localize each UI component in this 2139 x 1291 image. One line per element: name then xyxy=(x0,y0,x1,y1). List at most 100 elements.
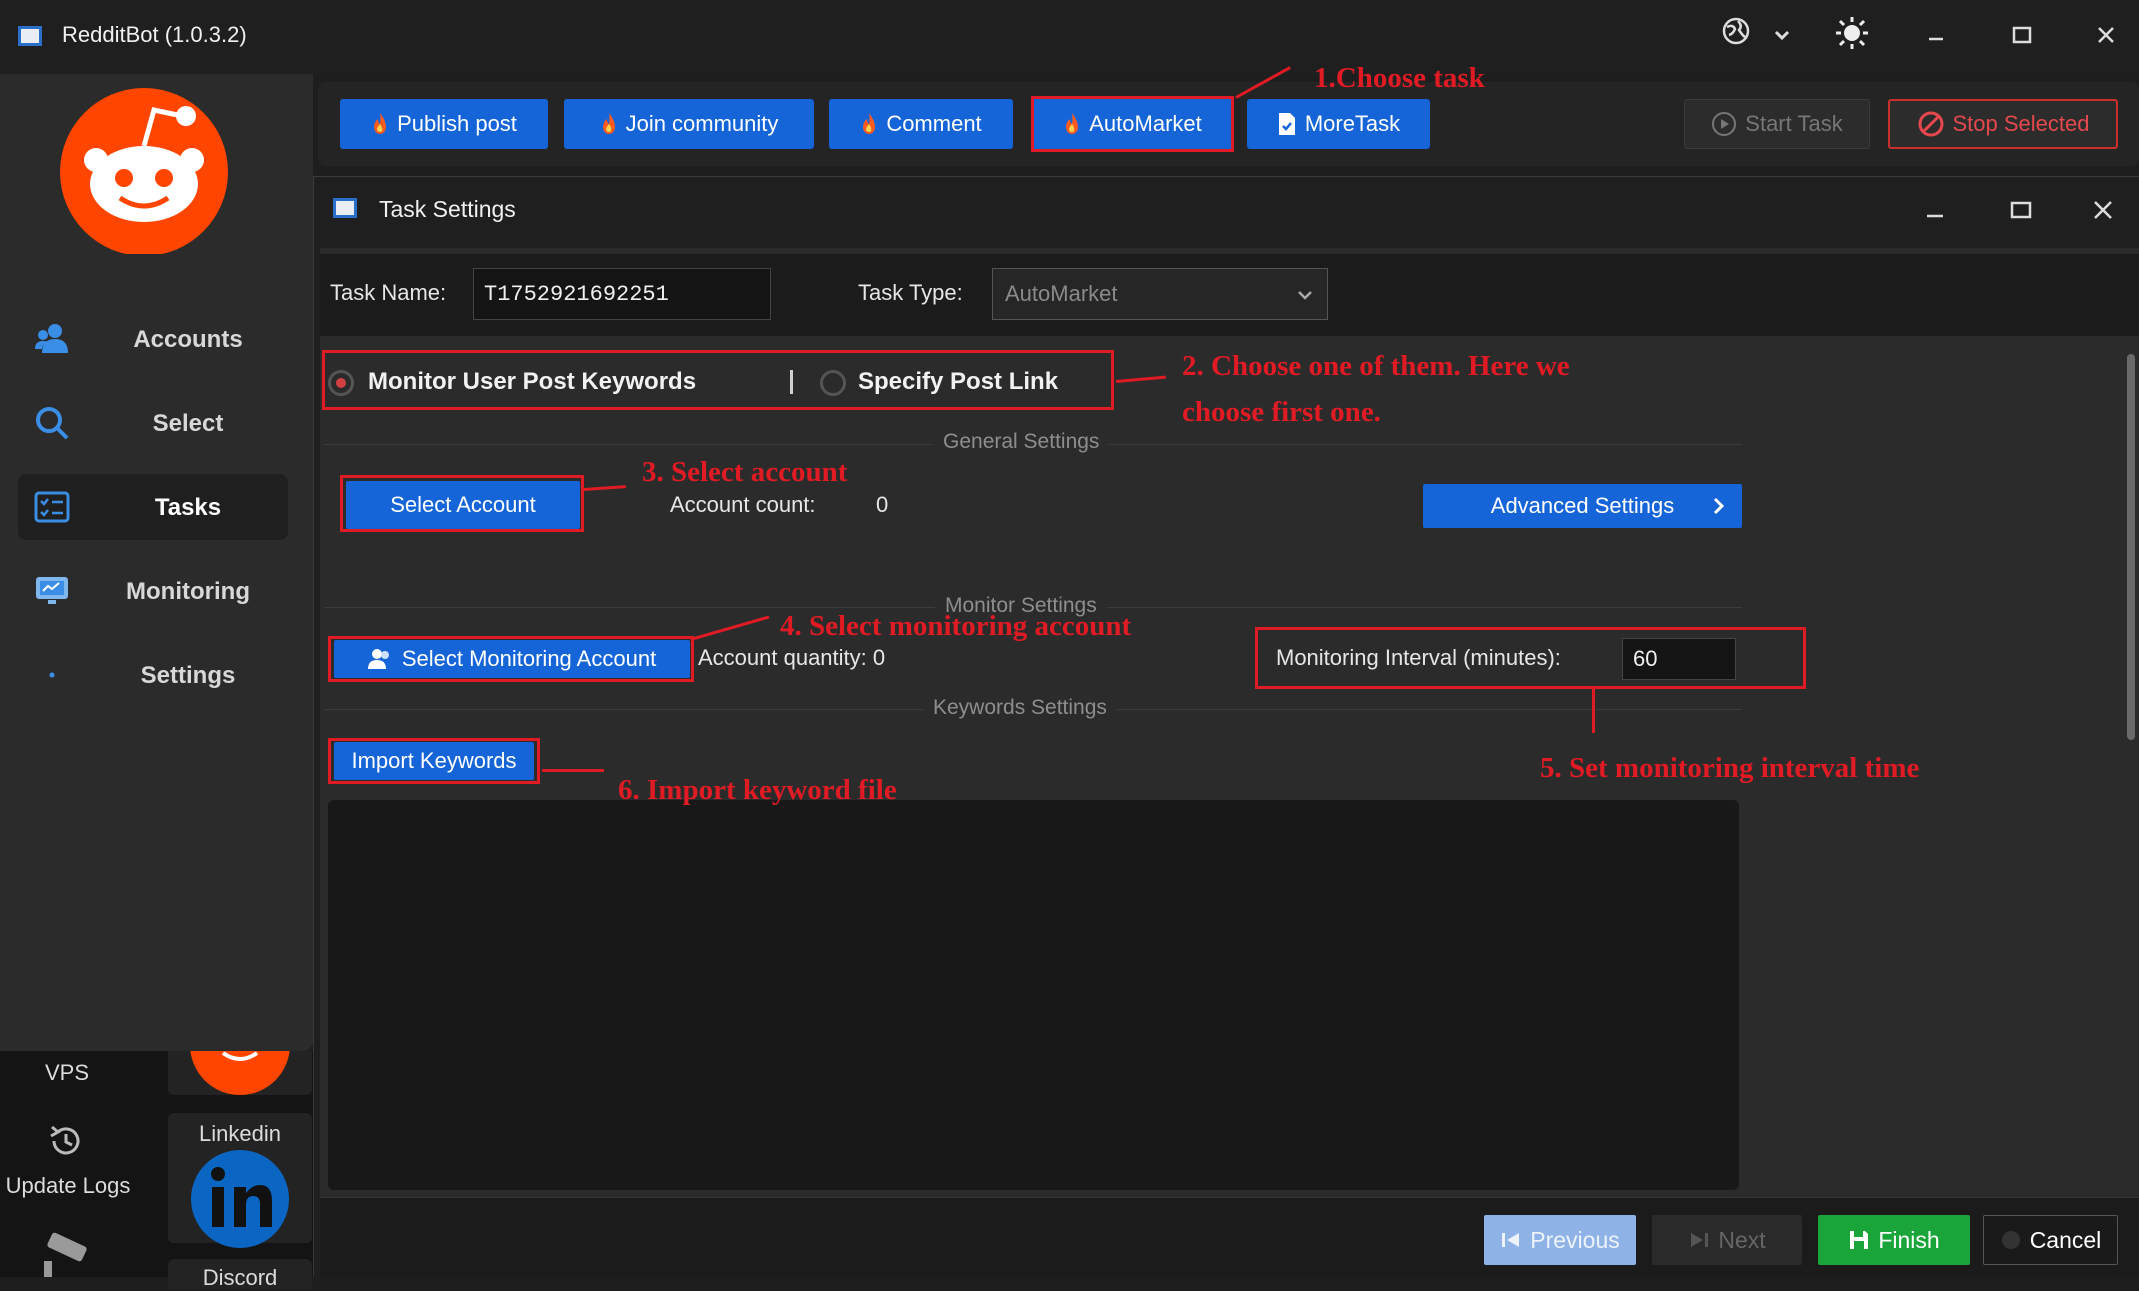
app-icon xyxy=(18,26,42,46)
button-label: Previous xyxy=(1530,1226,1620,1253)
account-count-value: 0 xyxy=(876,492,889,517)
dialog-title: Task Settings xyxy=(379,196,516,222)
reddit-tile[interactable] xyxy=(168,1051,312,1095)
sidebar-item-tasks[interactable]: Tasks xyxy=(18,474,288,540)
task-type-value: AutoMarket xyxy=(1005,281,1118,306)
linkedin-label: Linkedin xyxy=(199,1121,281,1146)
dialog-close-icon[interactable] xyxy=(2083,190,2123,230)
task-name-label: Task Name: xyxy=(330,280,447,305)
chevron-right-icon xyxy=(1713,497,1725,515)
window-title: RedditBot (1.0.3.2) xyxy=(62,22,247,47)
keywords-settings-title: Keywords Settings xyxy=(923,696,1117,720)
button-label: Start Task xyxy=(1745,111,1843,136)
window-titlebar: RedditBot (1.0.3.2) xyxy=(0,0,2139,74)
annotation-line-6 xyxy=(542,769,604,772)
keywords-textarea[interactable] xyxy=(328,800,1739,1190)
maximize-icon[interactable] xyxy=(2002,16,2042,56)
vps-label[interactable]: VPS xyxy=(20,1060,114,1086)
account-count-label: Account count: xyxy=(670,492,816,517)
annotation-box-interval xyxy=(1255,627,1806,689)
accounts-icon xyxy=(35,324,68,353)
linkedin-tile[interactable]: Linkedin xyxy=(168,1113,312,1248)
button-label: Stop Selected xyxy=(1952,111,2090,136)
button-label: MoreTask xyxy=(1304,111,1401,136)
button-label: Join community xyxy=(625,111,779,136)
sidebar-item-label: Monitoring xyxy=(126,578,250,605)
finish-button[interactable]: Finish xyxy=(1818,1215,1970,1265)
previous-button[interactable]: Previous xyxy=(1484,1215,1636,1265)
discord-label: Discord xyxy=(202,1265,278,1290)
sidebar-item-monitoring[interactable]: Monitoring xyxy=(18,558,288,624)
sidebar-item-label: Select xyxy=(152,410,224,437)
update-logs-label[interactable]: Update Logs xyxy=(0,1173,136,1199)
annotation-box-automarket xyxy=(1031,96,1234,152)
dialog-maximize-icon[interactable] xyxy=(2001,190,2041,230)
button-label: Cancel xyxy=(2029,1226,2102,1253)
sidebar-item-settings[interactable]: Settings xyxy=(18,642,288,708)
button-label: Next xyxy=(1718,1226,1766,1253)
sun-icon[interactable] xyxy=(1832,16,1872,56)
annotation-1: 1.Choose task xyxy=(1314,62,1485,94)
flame-icon xyxy=(602,113,615,134)
task-type-select[interactable]: AutoMarket xyxy=(992,268,1328,320)
skip-forward-icon xyxy=(1691,1233,1709,1247)
annotation-6: 6. Import keyword file xyxy=(618,774,897,806)
chevron-down-icon[interactable] xyxy=(1762,16,1802,56)
general-settings-title: General Settings xyxy=(933,430,1110,454)
moretask-button[interactable]: MoreTask xyxy=(1247,99,1430,149)
task-name-row: Task Name: T1752921692251 Task Type: Aut… xyxy=(320,254,2139,336)
discord-tile[interactable]: Discord xyxy=(168,1259,312,1290)
stop-selected-button[interactable]: Stop Selected xyxy=(1888,99,2118,149)
sidebar-item-label: Accounts xyxy=(133,326,243,353)
annotation-2-line1: 2. Choose one of them. Here we xyxy=(1182,350,1570,382)
linkedin-icon xyxy=(191,1150,289,1248)
close-icon[interactable] xyxy=(2086,16,2126,56)
reddit-logo xyxy=(58,82,230,256)
stop-icon xyxy=(1918,111,1943,137)
search-icon xyxy=(36,407,69,440)
flame-icon xyxy=(863,113,876,134)
dot-icon xyxy=(49,672,55,678)
document-icon xyxy=(1278,113,1295,135)
flame-icon xyxy=(374,113,387,134)
skip-back-icon xyxy=(1502,1233,1520,1247)
dialog-icon xyxy=(333,198,357,218)
account-quantity-label: Account quantity: 0 xyxy=(698,645,886,670)
button-label: Publish post xyxy=(397,111,517,136)
task-name-input[interactable]: T1752921692251 xyxy=(473,268,771,320)
button-label: Finish xyxy=(1878,1226,1940,1253)
cancel-button[interactable]: Cancel xyxy=(1983,1215,2118,1265)
sidebar-item-label: Tasks xyxy=(154,494,222,521)
publish-post-button[interactable]: Publish post xyxy=(340,99,548,149)
play-icon xyxy=(1712,112,1737,136)
sidebar-item-label: Settings xyxy=(140,662,236,689)
start-task-button[interactable]: Start Task xyxy=(1684,99,1870,149)
sidebar-item-select[interactable]: Select xyxy=(18,390,288,456)
comment-button[interactable]: Comment xyxy=(829,99,1013,149)
button-label: Comment xyxy=(886,111,982,136)
save-icon xyxy=(1850,1231,1869,1249)
annotation-3: 3. Select account xyxy=(642,456,848,488)
lower-dock: VPS Update Logs Linkedin Discord xyxy=(0,1051,313,1290)
annotation-line-5 xyxy=(1592,689,1595,733)
annotation-box-radios xyxy=(322,350,1114,410)
minimize-icon[interactable] xyxy=(1916,16,1956,56)
cancel-icon xyxy=(2001,1231,2020,1249)
dialog-titlebar: Task Settings xyxy=(313,176,2139,246)
sidebar-item-accounts[interactable]: Accounts xyxy=(18,306,288,372)
join-community-button[interactable]: Join community xyxy=(564,99,814,149)
dialog-scrollbar[interactable] xyxy=(2127,354,2135,740)
task-type-label: Task Type: xyxy=(858,280,963,305)
advanced-settings-button[interactable]: Advanced Settings xyxy=(1423,484,1742,528)
annotation-2-line2: choose first one. xyxy=(1182,396,1381,428)
annotation-box-monitoring-account xyxy=(328,636,694,682)
globe-icon[interactable] xyxy=(1716,16,1756,56)
chevron-down-icon xyxy=(1298,291,1312,300)
dialog-minimize-icon[interactable] xyxy=(1915,190,1955,230)
next-button[interactable]: Next xyxy=(1652,1215,1802,1265)
annotation-box-select-account xyxy=(340,475,584,532)
refresh-icon[interactable] xyxy=(46,1121,86,1161)
annotation-box-import xyxy=(328,738,540,784)
tasks-icon xyxy=(34,491,70,523)
annotation-4: 4. Select monitoring account xyxy=(780,610,1132,642)
